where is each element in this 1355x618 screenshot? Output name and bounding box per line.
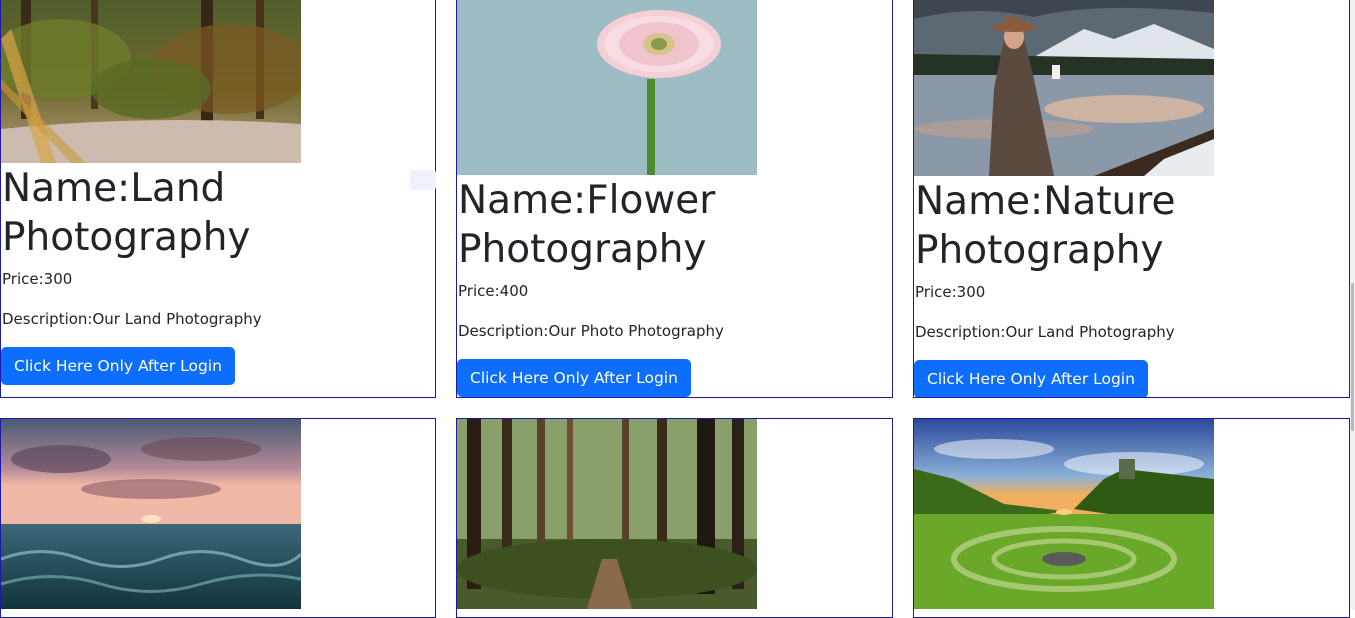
- forest-path-photo: [457, 419, 757, 609]
- woman-by-mountain-lake-photo: [914, 0, 1214, 176]
- login-required-button[interactable]: Click Here Only After Login: [457, 359, 691, 397]
- product-price: Price:300: [915, 283, 986, 301]
- ocean-sunset-photo: [1, 419, 301, 609]
- product-card-nature: Name:Nature Photography Price:300 Descri…: [913, 0, 1350, 398]
- login-required-button[interactable]: Click Here Only After Login: [1, 347, 235, 385]
- product-name: Name:Flower Photography: [458, 178, 716, 272]
- product-card-ocean: [0, 418, 436, 618]
- product-price: Price:400: [458, 282, 529, 300]
- product-card-valley: [913, 418, 1350, 618]
- green-valley-sunset-photo: [914, 419, 1214, 609]
- login-required-button[interactable]: Click Here Only After Login: [914, 360, 1148, 397]
- product-description: Description:Our Photo Photography: [458, 322, 724, 340]
- product-description: Description:Our Land Photography: [915, 323, 1175, 341]
- product-card-forest: [456, 418, 893, 618]
- product-card-flower: Name:Flower Photography Price:400 Descri…: [456, 0, 893, 398]
- product-description: Description:Our Land Photography: [2, 310, 262, 328]
- forest-stream-photo: [1, 0, 301, 163]
- scrollbar-thumb[interactable]: [1351, 283, 1354, 431]
- faint-overlay-badge: [410, 170, 436, 190]
- product-name: Name:Nature Photography: [915, 179, 1176, 273]
- pink-gerbera-flower-photo: [457, 0, 757, 175]
- product-card-land: Name:Land Photography Price:300 Descript…: [0, 0, 436, 398]
- product-price: Price:300: [2, 270, 73, 288]
- product-name: Name:Land Photography: [2, 166, 251, 260]
- vertical-scrollbar[interactable]: [1350, 0, 1355, 610]
